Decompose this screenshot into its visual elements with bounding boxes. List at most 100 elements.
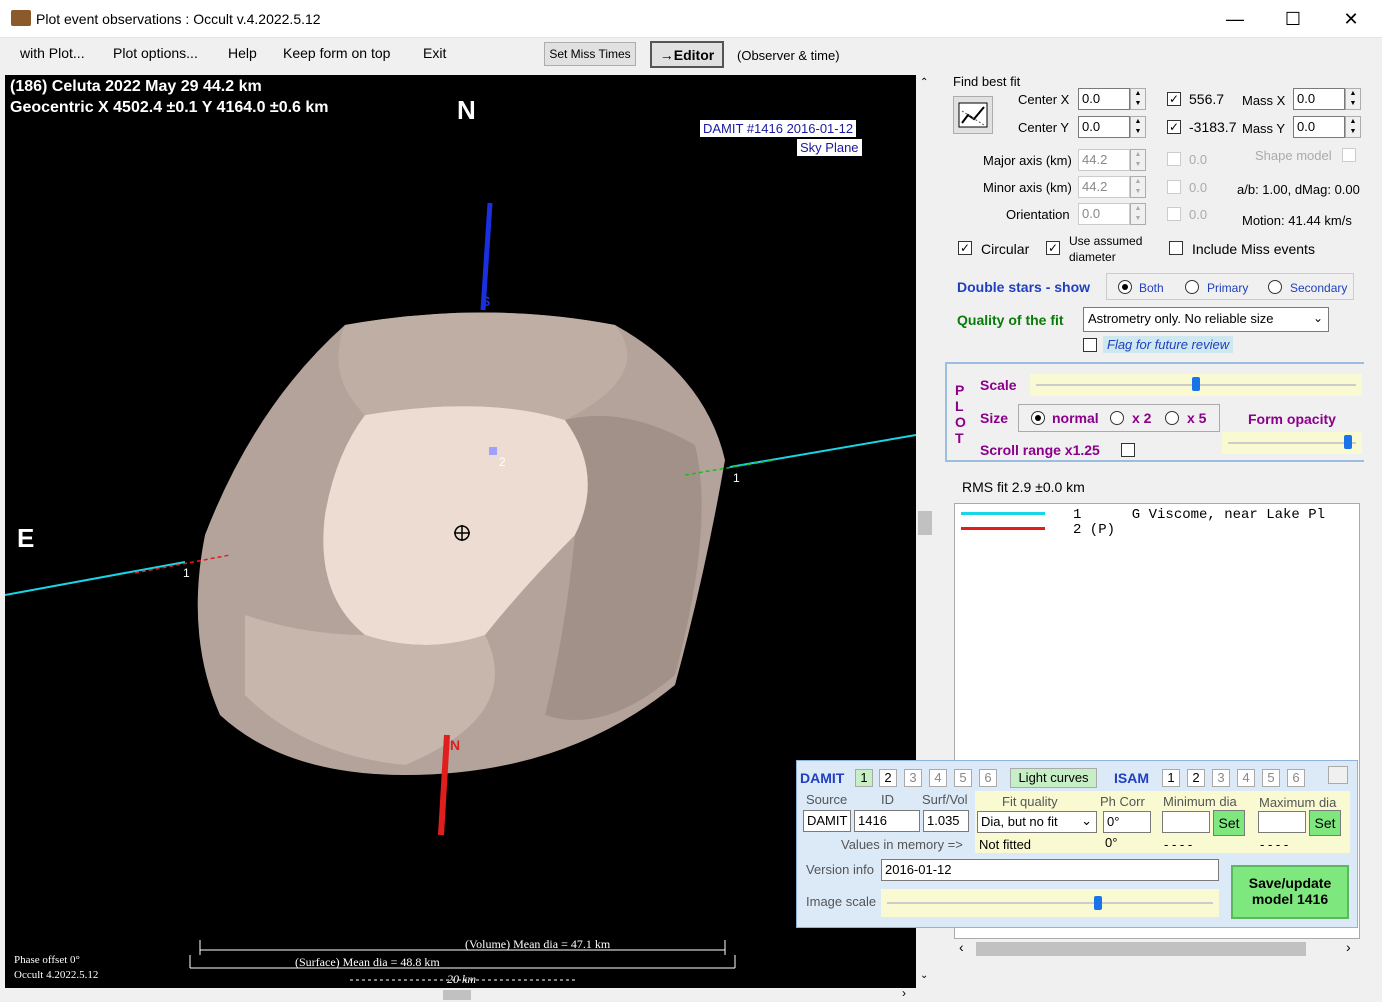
center-x-spinner[interactable]: ▲ ▼ xyxy=(1130,88,1146,110)
val2-checkbox[interactable]: ✓ xyxy=(1167,120,1181,134)
menu-help[interactable]: Help xyxy=(228,45,257,61)
legend-hscroll-thumb[interactable] xyxy=(976,942,1306,956)
mass-y-input[interactable]: 0.0 xyxy=(1293,116,1345,138)
center-y-input[interactable]: 0.0 xyxy=(1078,116,1130,138)
scroll-range-checkbox[interactable] xyxy=(1121,443,1135,457)
orient-fix-checkbox[interactable] xyxy=(1167,207,1181,221)
val1-label: 556.7 xyxy=(1189,91,1225,107)
center-y-spinner[interactable]: ▲ ▼ xyxy=(1130,116,1146,138)
damit-tab-2[interactable]: 2 xyxy=(879,769,897,787)
scroll-down-icon[interactable]: ⌄ xyxy=(920,970,928,981)
center-x-input[interactable]: 0.0 xyxy=(1078,88,1130,110)
motion-readout: Motion: 41.44 km/s xyxy=(1242,213,1352,228)
menu-exit[interactable]: Exit xyxy=(423,45,446,61)
primary-radio[interactable] xyxy=(1185,280,1199,294)
isam-tab-6[interactable]: 6 xyxy=(1287,769,1305,787)
isam-tab-2[interactable]: 2 xyxy=(1187,769,1205,787)
source-field[interactable]: DAMIT xyxy=(803,810,851,832)
chord2-marker xyxy=(489,447,497,455)
val1-checkbox[interactable]: ✓ xyxy=(1167,92,1181,106)
quality-select[interactable]: Astrometry only. No reliable size ⌄ xyxy=(1083,307,1329,332)
observer-time-label[interactable]: (Observer & time) xyxy=(737,48,840,63)
size-x2-radio[interactable] xyxy=(1110,411,1124,425)
min-dia-set-button[interactable]: Set xyxy=(1213,810,1245,836)
find-best-fit-button[interactable] xyxy=(953,96,993,134)
isam-tab-1[interactable]: 1 xyxy=(1162,769,1180,787)
damit-tab-1[interactable]: 1 xyxy=(855,769,873,787)
scroll-up-icon[interactable]: ⌃ xyxy=(920,77,928,88)
title-bar: Plot event observations : Occult v.4.202… xyxy=(0,0,1382,38)
vscroll-thumb[interactable] xyxy=(918,511,932,535)
primary-label: Primary xyxy=(1207,281,1249,295)
major-axis-input[interactable]: 44.2 xyxy=(1078,149,1130,171)
plot-hscroll[interactable]: › xyxy=(5,986,916,1002)
legend-scroll-right-icon[interactable]: › xyxy=(1346,939,1351,955)
scale-slider-thumb[interactable] xyxy=(1192,377,1200,391)
minor-axis-spinner[interactable]: ▲ ▼ xyxy=(1130,176,1146,198)
fit-quality-value: Dia, but no fit xyxy=(981,814,1058,829)
quality-label: Quality of the fit xyxy=(957,312,1064,328)
menu-keep-on-top[interactable]: Keep form on top xyxy=(283,45,390,61)
source-header: Source xyxy=(806,792,848,807)
image-scale-slider-thumb[interactable] xyxy=(1093,896,1102,910)
flag-review-label: Flag for future review xyxy=(1103,336,1234,353)
mass-y-spinner[interactable]: ▲ ▼ xyxy=(1345,116,1361,138)
surfvol-field[interactable]: 1.035 xyxy=(923,810,969,832)
legend-line-2 xyxy=(961,527,1045,530)
damit-label: DAMIT xyxy=(800,770,845,786)
minimize-icon[interactable]: — xyxy=(1206,0,1264,38)
menu-plot-options[interactable]: Plot options... xyxy=(113,45,198,61)
isam-tab-3[interactable]: 3 xyxy=(1212,769,1230,787)
asteroid-facet-3 xyxy=(338,312,628,420)
fit-quality-select[interactable]: Dia, but no fit ⌄ xyxy=(977,811,1097,833)
isam-tab-4[interactable]: 4 xyxy=(1237,769,1255,787)
legend-hscroll[interactable]: ‹ › xyxy=(954,939,1360,959)
save-model-button[interactable]: Save/update model 1416 xyxy=(1231,865,1349,919)
include-miss-checkbox[interactable] xyxy=(1169,241,1183,255)
editor-button[interactable]: →Editor xyxy=(650,41,724,68)
light-curves-button[interactable]: Light curves xyxy=(1010,768,1097,788)
isam-tab-5[interactable]: 5 xyxy=(1262,769,1280,787)
maximize-icon[interactable]: ☐ xyxy=(1264,0,1322,38)
minor-fix-checkbox[interactable] xyxy=(1167,180,1181,194)
plot-canvas[interactable]: (186) Celuta 2022 May 29 44.2 km Geocent… xyxy=(5,75,916,988)
damit-tab-4[interactable]: 4 xyxy=(929,769,947,787)
hscroll-thumb[interactable] xyxy=(443,990,471,1000)
mass-x-spinner[interactable]: ▲ ▼ xyxy=(1345,88,1361,110)
max-dia-set-button[interactable]: Set xyxy=(1309,810,1341,836)
major-fix-checkbox[interactable] xyxy=(1167,152,1181,166)
use-assumed-checkbox[interactable]: ✓ xyxy=(1046,241,1060,255)
image-scale-slider[interactable] xyxy=(881,889,1219,917)
close-icon[interactable]: ✕ xyxy=(1322,0,1380,38)
include-miss-label: Include Miss events xyxy=(1192,241,1315,257)
circular-checkbox[interactable]: ✓ xyxy=(958,241,972,255)
size-normal-radio[interactable] xyxy=(1031,411,1045,425)
val2-label: -3183.7 xyxy=(1189,119,1237,135)
minor-axis-input[interactable]: 44.2 xyxy=(1078,176,1130,198)
id-field[interactable]: 1416 xyxy=(854,810,920,832)
ph-corr-field[interactable]: 0° xyxy=(1103,811,1151,833)
flag-review-checkbox[interactable] xyxy=(1083,338,1097,352)
menu-with-plot[interactable]: with Plot... xyxy=(20,45,85,61)
secondary-radio[interactable] xyxy=(1268,280,1282,294)
mass-x-input[interactable]: 0.0 xyxy=(1293,88,1345,110)
scroll-right-icon[interactable]: › xyxy=(902,986,906,1000)
shape-model-checkbox[interactable] xyxy=(1342,148,1356,162)
size-x5-radio[interactable] xyxy=(1165,411,1179,425)
major-axis-spinner[interactable]: ▲ ▼ xyxy=(1130,149,1146,171)
set-miss-times-button[interactable]: Set Miss Times xyxy=(544,42,636,66)
both-radio[interactable] xyxy=(1118,280,1132,294)
min-dia-field[interactable] xyxy=(1162,811,1210,833)
form-opacity-slider-thumb[interactable] xyxy=(1344,435,1353,449)
orientation-spinner[interactable]: ▲ ▼ xyxy=(1130,203,1146,225)
orientation-input[interactable]: 0.0 xyxy=(1078,203,1130,225)
damit-tab-3[interactable]: 3 xyxy=(904,769,922,787)
version-info-field[interactable]: 2016-01-12 xyxy=(881,859,1219,881)
damit-tab-5[interactable]: 5 xyxy=(954,769,972,787)
form-opacity-slider[interactable] xyxy=(1222,432,1362,454)
damit-panel-toggle[interactable] xyxy=(1328,766,1348,784)
max-dia-field[interactable] xyxy=(1258,811,1306,833)
legend-scroll-left-icon[interactable]: ‹ xyxy=(959,939,964,955)
scale-slider[interactable] xyxy=(1030,374,1362,396)
damit-tab-6[interactable]: 6 xyxy=(979,769,997,787)
